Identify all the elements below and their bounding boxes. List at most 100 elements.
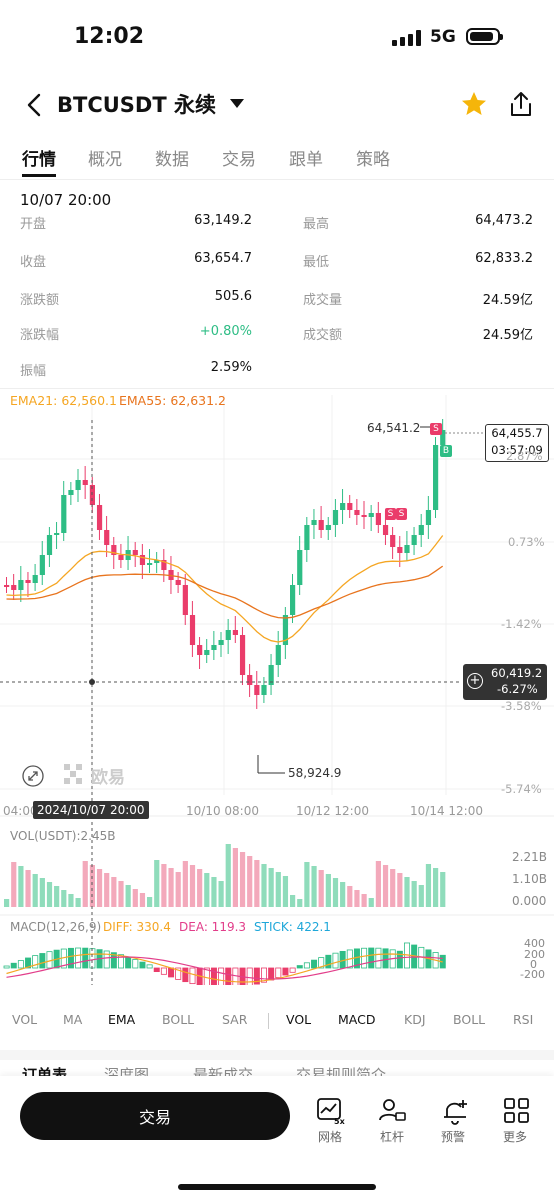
crosshair-time-tag: 2024/10/07 20:00 <box>33 801 149 819</box>
stat-value: 505.6 <box>214 289 252 304</box>
macd-bar <box>89 948 96 969</box>
macd-bar <box>32 955 39 969</box>
stat-label: 涨跌额 <box>20 293 60 308</box>
macd-bar <box>139 961 146 969</box>
stat-value: 24.59亿 <box>482 293 533 308</box>
alert-label[interactable]: 预警 <box>428 1128 478 1145</box>
stat-value: 63,149.2 <box>194 213 252 228</box>
volume-bar <box>368 898 374 907</box>
candle-body <box>175 580 181 585</box>
macd-bar <box>289 967 296 973</box>
volume-bar <box>347 886 353 907</box>
indicator-vol-sub[interactable]: VOL <box>286 1012 311 1027</box>
volume-axis-label: 1.10B <box>512 872 547 886</box>
volume-bar <box>261 864 267 907</box>
indicator-ema[interactable]: EMA <box>108 1012 135 1027</box>
fullscreen-expand-icon[interactable] <box>22 765 44 787</box>
volume-bar <box>254 860 260 907</box>
volume-bar <box>197 869 203 907</box>
stat-label: 收盘 <box>20 255 47 270</box>
tab-trade[interactable]: 交易 <box>222 145 256 170</box>
leverage-label[interactable]: 杠杆 <box>367 1128 417 1145</box>
high-price-marker: 64,541.2 <box>367 421 421 435</box>
grid-chart-icon[interactable]: 5x <box>315 1096 345 1126</box>
tab-overview[interactable]: 概况 <box>88 145 122 170</box>
tab-strategy[interactable]: 策略 <box>356 145 390 170</box>
volume-bar <box>75 898 81 907</box>
tab-market[interactable]: 行情 <box>22 145 56 170</box>
indicator-vol-main[interactable]: VOL <box>12 1012 37 1027</box>
grid-label[interactable]: 网格 <box>305 1128 355 1145</box>
indicator-ma[interactable]: MA <box>63 1012 82 1027</box>
indicator-kdj[interactable]: KDJ <box>404 1012 426 1027</box>
macd-bar <box>75 947 82 969</box>
axis-label: -5.74% <box>501 782 542 796</box>
volume-bar <box>361 894 367 907</box>
candle-body <box>247 675 253 685</box>
stick-label: STICK: 422.1 <box>254 920 331 934</box>
candle-body <box>189 615 196 645</box>
candle-body <box>4 585 10 587</box>
volume-bar <box>411 881 417 907</box>
macd-bar <box>375 947 382 969</box>
dea-label: DEA: 119.3 <box>179 920 247 934</box>
volume-bar <box>68 894 74 907</box>
stat-value-change: +0.80% <box>199 324 252 339</box>
axis-label: 0.73% <box>508 535 545 549</box>
candle-body <box>61 495 67 533</box>
section-gap <box>0 1050 554 1060</box>
bell-plus-icon[interactable] <box>440 1096 470 1126</box>
dropdown-caret-icon[interactable] <box>230 99 244 108</box>
page-title[interactable]: BTCUSDT 永续 <box>57 89 216 119</box>
macd-axis-label: -200 <box>520 968 545 981</box>
volume-bar <box>290 895 296 907</box>
volume-bar <box>332 878 339 907</box>
axis-label: -1.42% <box>501 617 542 631</box>
candle-body <box>433 445 439 510</box>
volume-bar <box>32 874 38 907</box>
indicator-boll-sub[interactable]: BOLL <box>453 1012 485 1027</box>
add-alert-plus-icon[interactable]: + <box>467 673 483 689</box>
volume-bar <box>275 872 281 907</box>
indicator-macd[interactable]: MACD <box>338 1012 375 1027</box>
tab-copy-trade[interactable]: 跟单 <box>289 145 323 170</box>
back-arrow-icon[interactable] <box>20 90 50 120</box>
macd-bar <box>67 947 74 969</box>
volume-bar <box>268 868 274 907</box>
favorite-star-icon[interactable] <box>460 90 488 118</box>
macd-bar <box>146 964 153 969</box>
indicator-boll-main[interactable]: BOLL <box>162 1012 194 1027</box>
macd-bar <box>275 967 282 979</box>
trade-button[interactable]: 交易 <box>20 1092 290 1140</box>
macd-bar <box>182 967 189 983</box>
macd-bar <box>368 947 375 969</box>
volume-bar <box>139 893 146 907</box>
macd-bar <box>39 953 46 969</box>
x-axis-label: 10/10 08:00 <box>186 804 259 818</box>
candle-body <box>354 510 360 515</box>
volume-axis-label: 2.21B <box>512 850 547 864</box>
macd-bar <box>17 960 24 969</box>
indicator-sar[interactable]: SAR <box>222 1012 247 1027</box>
candle-body <box>340 503 346 510</box>
network-label: 5G <box>430 27 456 47</box>
candle-body <box>261 685 267 695</box>
indicator-rsi[interactable]: RSI <box>513 1012 533 1027</box>
more-label[interactable]: 更多 <box>490 1128 540 1145</box>
volume-bar <box>247 856 253 907</box>
leverage-icon[interactable] <box>377 1096 407 1126</box>
candle-body <box>325 525 331 530</box>
candle-body <box>375 513 381 525</box>
share-icon[interactable] <box>508 90 534 118</box>
candle-body <box>239 635 246 675</box>
tab-data[interactable]: 数据 <box>155 145 189 170</box>
diff-label: DIFF: 330.4 <box>103 920 171 934</box>
stat-label: 开盘 <box>20 217 47 232</box>
macd-bar <box>332 952 339 969</box>
volume-bar <box>118 881 124 907</box>
macd-bar <box>125 956 132 969</box>
volume-bar <box>354 890 360 907</box>
ema21-label: EMA21: 62,560.1 <box>10 393 117 408</box>
more-grid-icon[interactable] <box>502 1096 532 1126</box>
candle-body <box>361 515 367 517</box>
